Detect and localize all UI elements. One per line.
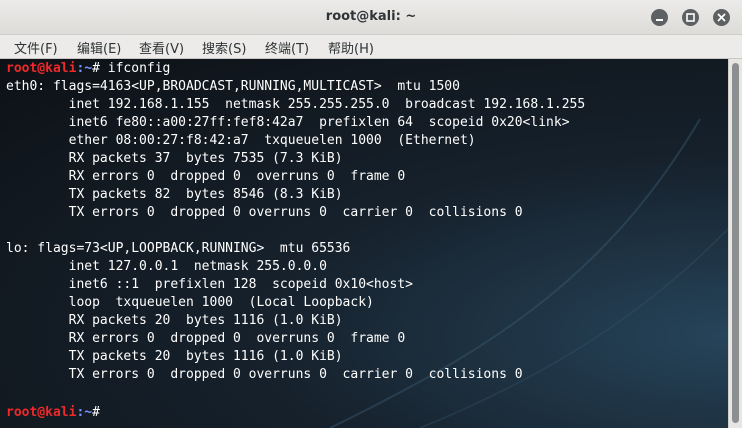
output-line: RX errors 0 dropped 0 overruns 0 frame 0	[6, 169, 406, 184]
command-text: ifconfig	[107, 61, 171, 76]
terminal-window: root@kali: ~ 文件(F) 编辑(E) 查看(V) 搜索(S) 终端(…	[0, 0, 742, 428]
menu-file[interactable]: 文件(F)	[14, 38, 58, 57]
prompt-line: root@kali:~# ifconfig	[6, 60, 585, 78]
prompt-symbol: #	[92, 61, 108, 76]
maximize-button[interactable]	[682, 9, 699, 26]
title-bar[interactable]: root@kali: ~	[0, 0, 742, 35]
menu-search[interactable]: 搜索(S)	[202, 38, 246, 57]
terminal-area[interactable]: root@kali:~# ifconfig eth0: flags=4163<U…	[0, 59, 728, 428]
output-line: TX errors 0 dropped 0 overruns 0 carrier…	[6, 205, 523, 220]
terminal-output: root@kali:~# ifconfig eth0: flags=4163<U…	[6, 60, 585, 420]
prompt-user: root@kali	[6, 405, 77, 420]
output-line: eth0: flags=4163<UP,BROADCAST,RUNNING,MU…	[6, 79, 460, 94]
output-line: RX packets 20 bytes 1116 (1.0 KiB)	[6, 313, 343, 328]
close-button[interactable]	[713, 9, 730, 26]
terminal-scrollbar[interactable]	[728, 59, 742, 428]
output-line: ether 08:00:27:f8:42:a7 txqueuelen 1000 …	[6, 133, 476, 148]
scrollbar-thumb[interactable]	[732, 63, 739, 423]
close-icon	[717, 13, 726, 22]
prompt-user: root@kali	[6, 61, 77, 76]
output-line: inet6 ::1 prefixlen 128 scopeid 0x10<hos…	[6, 277, 413, 292]
window-title: root@kali: ~	[325, 9, 417, 24]
minimize-button[interactable]	[651, 9, 668, 26]
prompt-line: root@kali:~#	[6, 402, 585, 420]
prompt-symbol: #	[92, 405, 108, 420]
prompt-path: :~	[76, 405, 93, 420]
output-line: inet 127.0.0.1 netmask 255.0.0.0	[6, 259, 327, 274]
menu-view[interactable]: 查看(V)	[139, 38, 184, 57]
terminal-cursor	[108, 402, 116, 416]
output-line: lo: flags=73<UP,LOOPBACK,RUNNING> mtu 65…	[6, 241, 351, 256]
menu-edit[interactable]: 编辑(E)	[77, 38, 121, 57]
menu-bar: 文件(F) 编辑(E) 查看(V) 搜索(S) 终端(T) 帮助(H)	[0, 35, 742, 59]
output-line: inet 192.168.1.155 netmask 255.255.255.0…	[6, 97, 586, 112]
output-line: RX packets 37 bytes 7535 (7.3 KiB)	[6, 151, 343, 166]
prompt-path: :~	[76, 61, 93, 76]
output-line: RX errors 0 dropped 0 overruns 0 frame 0	[6, 331, 406, 346]
output-line: inet6 fe80::a00:27ff:fef8:42a7 prefixlen…	[6, 115, 570, 130]
minimize-icon	[656, 19, 663, 21]
output-line: TX errors 0 dropped 0 overruns 0 carrier…	[6, 367, 523, 382]
output-line: loop txqueuelen 1000 (Local Loopback)	[6, 295, 374, 310]
output-line: TX packets 20 bytes 1116 (1.0 KiB)	[6, 349, 343, 364]
menu-help[interactable]: 帮助(H)	[328, 38, 374, 57]
maximize-icon	[686, 13, 695, 22]
output-line: TX packets 82 bytes 8546 (8.3 KiB)	[6, 187, 343, 202]
menu-terminal[interactable]: 终端(T)	[265, 38, 309, 57]
